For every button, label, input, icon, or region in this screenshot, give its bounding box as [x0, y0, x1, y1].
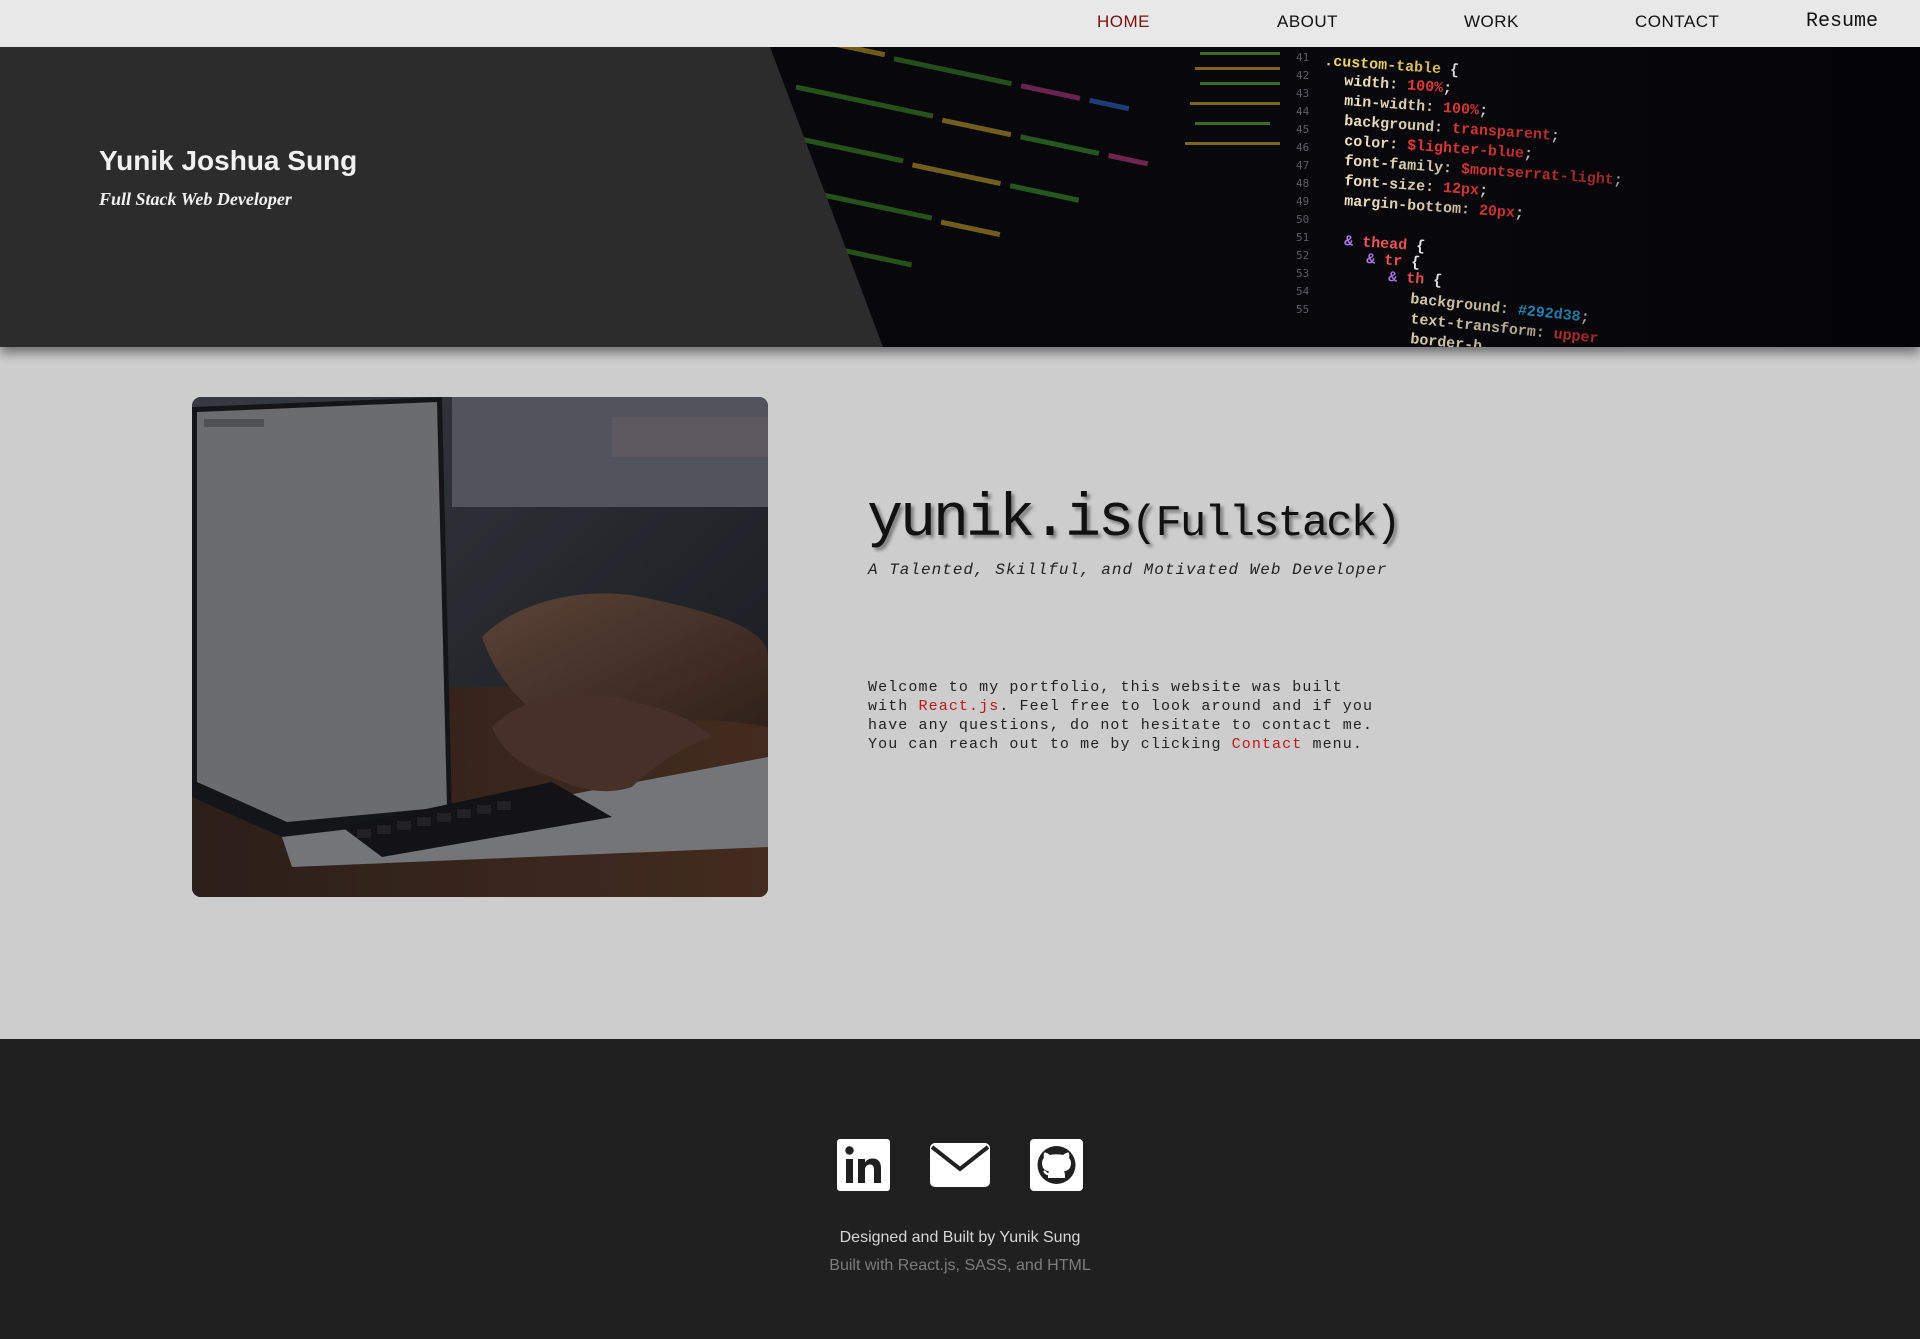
mail-icon: [930, 1143, 990, 1187]
intro-subtitle: A Talented, Skillful, and Motivated Web …: [868, 561, 1388, 579]
nav-work-link[interactable]: WORK: [1464, 0, 1519, 47]
github-link[interactable]: [1029, 1137, 1085, 1193]
github-icon: [1030, 1139, 1083, 1191]
nav-about-link[interactable]: ABOUT: [1277, 0, 1338, 47]
laptop-photo: [192, 397, 768, 897]
footer-tech-stack: Built with React.js, SASS, and HTML: [829, 1257, 1091, 1274]
hero-role: Full Stack Web Developer: [99, 189, 292, 209]
intro-body-text: menu.: [1302, 736, 1363, 753]
footer-credit: Designed and Built by Yunik Sung: [839, 1229, 1081, 1246]
linkedin-icon: [837, 1139, 890, 1191]
linkedin-link[interactable]: [836, 1137, 892, 1193]
contact-link[interactable]: Contact: [1232, 736, 1303, 753]
nav-resume-link[interactable]: Resume: [1806, 0, 1878, 47]
intro-title-main: yunik.is: [867, 486, 1134, 554]
intro-title-paren: (Fullstack): [1131, 499, 1401, 549]
nav-contact-link[interactable]: CONTACT: [1635, 0, 1719, 47]
intro-title: yunik.is(Fullstack): [867, 486, 1402, 554]
top-nav: HOME ABOUT WORK CONTACT Resume: [0, 0, 1920, 47]
hero-name: Yunik Joshua Sung: [99, 145, 358, 176]
email-link[interactable]: [929, 1137, 991, 1193]
react-link[interactable]: React.js: [919, 698, 1000, 715]
hero-banner: 414243 444546 474849 505152 535455 .cust…: [0, 47, 1920, 347]
intro-body: Welcome to my portfolio, this website wa…: [868, 678, 1428, 754]
nav-home-link[interactable]: HOME: [1097, 0, 1150, 47]
